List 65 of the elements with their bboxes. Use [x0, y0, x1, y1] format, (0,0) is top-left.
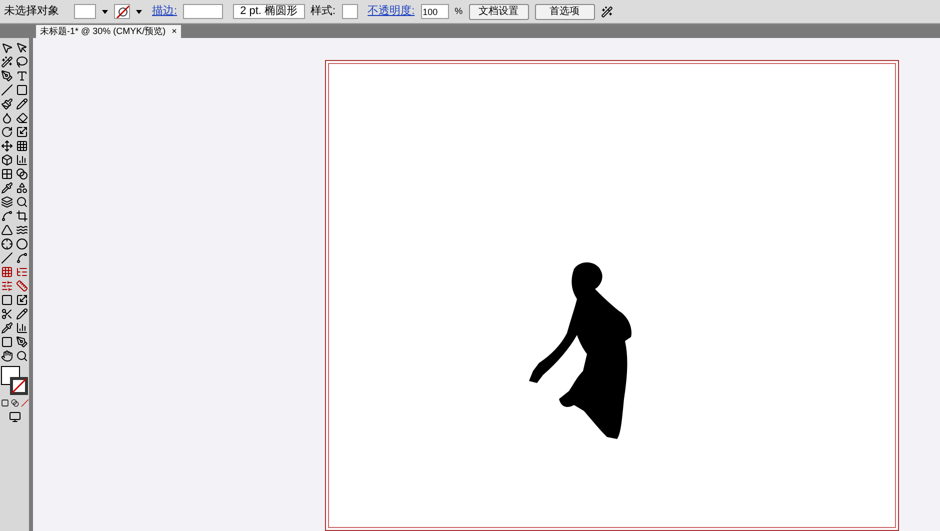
line-icon[interactable] [1, 252, 13, 264]
opacity-unit: % [454, 4, 463, 18]
pen-icon[interactable] [16, 336, 28, 348]
fill-swatch[interactable] [74, 4, 96, 19]
caret-icon[interactable] [136, 10, 142, 14]
curve-icon[interactable] [1, 210, 13, 222]
rectangle-icon[interactable] [1, 294, 13, 306]
scale-icon[interactable] [16, 294, 28, 306]
pen-icon[interactable] [1, 70, 13, 82]
bar-chart-icon[interactable] [16, 154, 28, 166]
eraser-icon[interactable] [16, 112, 28, 124]
color-mode-icon[interactable] [0, 399, 8, 407]
screen-mode-icon[interactable] [8, 411, 20, 423]
pencil-icon[interactable] [16, 98, 28, 110]
hand-icon[interactable] [1, 350, 13, 362]
wave-icon[interactable] [16, 224, 28, 236]
eyedropper-icon[interactable] [1, 182, 13, 194]
document-tab[interactable]: 未标题-1* @ 30% (CMYK/预览) × [36, 25, 181, 38]
rectangle-icon[interactable] [1, 336, 13, 348]
stroke-swatch[interactable] [114, 4, 130, 19]
triangle-icon[interactable] [1, 224, 13, 236]
text-icon[interactable] [16, 70, 28, 82]
ruler-icon[interactable] [16, 280, 28, 292]
pencil-icon[interactable] [16, 308, 28, 320]
scissors-icon[interactable] [1, 308, 13, 320]
wand-icon[interactable] [600, 6, 613, 18]
circle-icon[interactable] [16, 238, 28, 250]
crop-icon[interactable] [16, 210, 28, 222]
blend-icon[interactable] [16, 182, 28, 194]
gradient-icon[interactable] [16, 168, 28, 180]
pointer-icon[interactable] [16, 42, 28, 54]
opacity-field[interactable]: 100 [420, 4, 449, 19]
mesh-icon[interactable] [1, 168, 13, 180]
wand-icon[interactable] [1, 56, 13, 68]
fill-stroke-swatches-drawing[interactable] [0, 366, 28, 396]
rectangle-icon[interactable] [16, 84, 28, 96]
toolbar-button[interactable]: 文档设置 [468, 4, 529, 20]
toolbar-button[interactable]: 首选项 [534, 4, 595, 20]
magnifier-icon[interactable] [16, 196, 28, 208]
none-mode-icon[interactable] [20, 399, 28, 407]
opacity-label[interactable]: 不透明度: [368, 3, 415, 20]
eyedropper-icon[interactable] [1, 322, 13, 334]
bar-chart-icon[interactable] [16, 322, 28, 334]
close-button[interactable]: × [172, 24, 177, 38]
gradient-mode-icon[interactable] [10, 399, 18, 407]
box-icon[interactable] [1, 154, 13, 166]
stroke-weight-field[interactable] [183, 4, 224, 19]
scale-icon[interactable] [16, 126, 28, 138]
zoom-icon[interactable] [16, 350, 28, 362]
crosshair-icon[interactable] [1, 238, 13, 250]
blob-icon[interactable] [1, 112, 13, 124]
style-swatch[interactable] [342, 4, 358, 19]
tab-label: 未标题-1* @ 30% (CMYK/预览) [40, 24, 166, 38]
caret-icon[interactable] [102, 10, 108, 14]
pointer-icon[interactable] [1, 42, 13, 54]
rotate-icon[interactable] [1, 126, 13, 138]
grid-icon[interactable] [16, 140, 28, 152]
brush-dropdown[interactable]: 2 pt. 椭圆形 [233, 4, 305, 19]
stroke-label[interactable]: 描边: [152, 3, 178, 20]
curve-icon[interactable] [16, 252, 28, 264]
line-icon[interactable] [1, 84, 13, 96]
lasso-icon[interactable] [16, 56, 28, 68]
style-label: 样式: [310, 4, 336, 20]
selection-label: 未选择对象 [4, 4, 60, 20]
brush-icon[interactable] [1, 98, 13, 110]
